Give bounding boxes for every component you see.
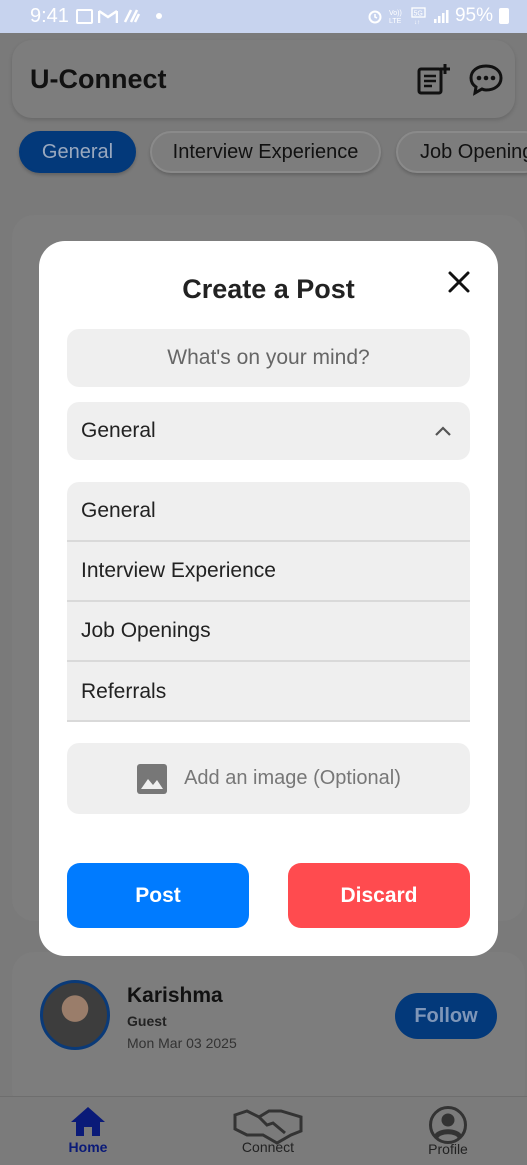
svg-text:↓↑: ↓↑ <box>414 20 420 25</box>
post-content-input[interactable] <box>67 329 470 387</box>
profile-icon <box>429 1106 467 1144</box>
nav-connect-label: Connect <box>241 1139 295 1155</box>
post-author-name: Karishma <box>127 984 223 1007</box>
chat-icon[interactable] <box>469 62 503 96</box>
chip-general[interactable]: General <box>19 131 136 173</box>
create-post-modal: Create a Post General General Interview … <box>39 241 498 956</box>
app-title: U-Connect <box>30 64 167 94</box>
status-bar: 9:41 Vo)) LTE 5G ↓↑ 95% <box>0 0 527 33</box>
alarm-icon <box>368 10 382 24</box>
post-date: Mon Mar 03 2025 <box>127 1035 237 1051</box>
status-time: 9:41 <box>30 5 69 27</box>
post-button[interactable]: Post <box>67 863 249 928</box>
volte-icon: Vo))LTE <box>389 10 402 25</box>
nav-home[interactable]: Home <box>33 1105 143 1155</box>
image-icon <box>137 763 168 794</box>
category-dropdown: General Interview Experience Job Opening… <box>67 482 470 722</box>
chevron-up-icon <box>435 426 451 436</box>
option-general[interactable]: General <box>67 482 470 542</box>
add-image-button[interactable]: Add an image (Optional) <box>67 743 470 814</box>
app-header: U-Connect <box>12 40 515 118</box>
category-select-value: General <box>81 419 156 442</box>
nav-profile[interactable]: Profile <box>393 1105 503 1157</box>
add-image-label: Add an image (Optional) <box>184 767 401 789</box>
more-notifications-dot <box>156 13 162 19</box>
discard-button[interactable]: Discard <box>288 863 470 928</box>
home-icon <box>71 1107 105 1136</box>
new-post-icon[interactable] <box>416 62 450 96</box>
notification-icons <box>76 8 162 24</box>
chip-interview-experience[interactable]: Interview Experience <box>150 131 381 173</box>
nav-home-label: Home <box>68 1139 108 1155</box>
app-icon <box>123 9 141 23</box>
status-right: Vo)) LTE 5G ↓↑ 95% <box>367 5 509 27</box>
signal-icon <box>433 10 449 23</box>
network-5g-icon: 5G ↓↑ <box>411 7 426 25</box>
svg-text:5G: 5G <box>413 11 422 18</box>
battery-percent: 95% <box>454 5 493 26</box>
svg-text:Vo)): Vo)) <box>389 10 402 17</box>
post-card: Karishma Guest Mon Mar 03 2025 Follow <box>12 952 525 1112</box>
option-job-openings[interactable]: Job Openings <box>67 602 470 662</box>
close-icon[interactable] <box>443 266 475 298</box>
modal-title: Create a Post <box>182 274 355 304</box>
category-chips: General Interview Experience Job Opening <box>0 131 527 175</box>
app-notification-icon <box>76 8 93 24</box>
nav-profile-label: Profile <box>428 1141 468 1157</box>
nav-connect[interactable]: Connect <box>213 1105 323 1155</box>
option-referrals[interactable]: Referrals <box>67 662 470 720</box>
svg-text:LTE: LTE <box>389 18 402 25</box>
bottom-nav: Home Connect Profile <box>0 1096 527 1165</box>
chip-job-openings[interactable]: Job Opening <box>396 131 527 173</box>
follow-button[interactable]: Follow <box>395 993 497 1039</box>
option-interview-experience[interactable]: Interview Experience <box>67 542 470 602</box>
gmail-icon <box>98 9 118 23</box>
battery-icon <box>499 8 509 24</box>
avatar <box>40 980 110 1050</box>
post-author-role: Guest <box>127 1013 167 1029</box>
category-select[interactable]: General <box>67 402 470 460</box>
